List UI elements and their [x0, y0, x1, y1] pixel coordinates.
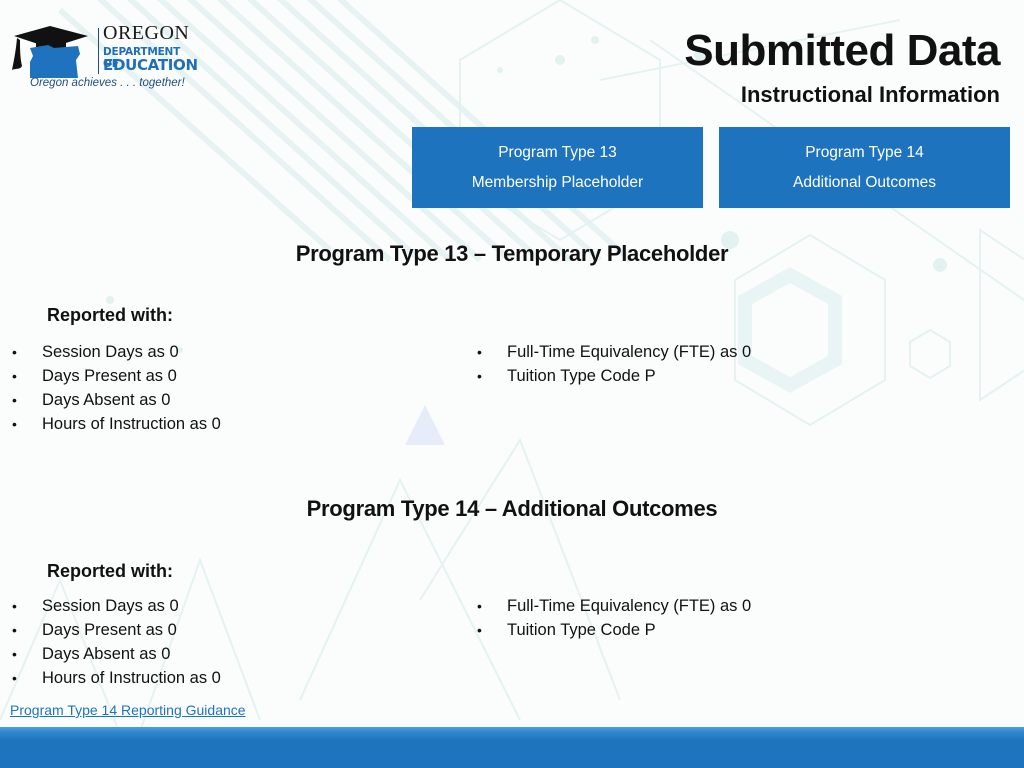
list-item-text: Days Absent as 0: [42, 645, 171, 663]
oregon-graduation-cap-icon: [12, 26, 88, 78]
bullet-icon: •: [477, 598, 482, 614]
list-item: • Hours of Instruction as 0: [10, 412, 221, 436]
logo-education-text: EDUCATION: [103, 56, 198, 74]
list-item-text: Days Present as 0: [42, 621, 177, 639]
list-item: • Days Absent as 0: [10, 388, 221, 412]
bullet-icon: •: [12, 344, 17, 360]
list-item-text: Tuition Type Code P: [507, 367, 656, 385]
list-item-text: Days Present as 0: [42, 367, 177, 385]
program-type-13-button[interactable]: Program Type 13 Membership Placeholder: [412, 127, 703, 208]
program-type-14-button[interactable]: Program Type 14 Additional Outcomes: [719, 127, 1010, 208]
list-item-text: Full-Time Equivalency (FTE) as 0: [507, 343, 752, 361]
bullet-icon: •: [477, 344, 482, 360]
bullet-icon: •: [12, 598, 17, 614]
bullet-icon: •: [12, 368, 17, 384]
program-14-guidance-link[interactable]: Program Type 14 Reporting Guidance: [10, 702, 246, 718]
program-14-left-list: • Session Days as 0 • Days Present as 0 • D…: [10, 594, 221, 690]
list-item-text: Hours of Instruction as 0: [42, 669, 221, 687]
list-item-text: Session Days as 0: [42, 343, 179, 361]
program-13-right-list: • Full-Time Equivalency (FTE) as 0 • Tuiti…: [475, 340, 751, 388]
list-item: • Session Days as 0: [10, 594, 221, 618]
list-item: • Full-Time Equivalency (FTE) as 0: [475, 594, 751, 618]
list-item: • Tuition Type Code P: [475, 364, 751, 388]
program-13-left-list: • Session Days as 0 • Days Present as 0 • D…: [10, 340, 221, 436]
section-heading-program-13: Program Type 13 – Temporary Placeholder: [295, 241, 729, 266]
page-subtitle: Instructional Information: [740, 82, 1000, 107]
reported-with-label: Reported with:: [47, 305, 173, 325]
program-type-13-description: Membership Placeholder: [471, 173, 644, 191]
bullet-icon: •: [477, 622, 482, 638]
oregon-doe-logo: OREGON DEPARTMENT OF EDUCATION Oregon ac…: [8, 22, 198, 97]
program-type-14-label: Program Type 14: [805, 143, 924, 161]
list-item-text: Tuition Type Code P: [507, 621, 656, 639]
reported-with-label: Reported with:: [47, 561, 173, 581]
footer-bar: [0, 727, 1024, 768]
page-title: Submitted Data: [684, 26, 1000, 75]
program-type-13-label: Program Type 13: [498, 143, 617, 161]
bullet-icon: •: [12, 670, 17, 686]
logo-oregon-text: OREGON: [103, 22, 190, 44]
logo-tagline: Oregon achieves . . . together!: [30, 77, 185, 89]
list-item: • Tuition Type Code P: [475, 618, 751, 642]
list-item: • Days Present as 0: [10, 618, 221, 642]
bullet-icon: •: [12, 416, 17, 432]
program-type-14-description: Additional Outcomes: [792, 173, 937, 191]
bullet-icon: •: [477, 368, 482, 384]
program-14-right-list: • Full-Time Equivalency (FTE) as 0 • Tuiti…: [475, 594, 751, 642]
page-header: Submitted Data Instructional Information: [684, 26, 1000, 110]
bullet-icon: •: [12, 392, 17, 408]
list-item-text: Session Days as 0: [42, 597, 179, 615]
logo-divider: [98, 28, 99, 74]
list-item: • Days Absent as 0: [10, 642, 221, 666]
list-item-text: Days Absent as 0: [42, 391, 171, 409]
section-heading-program-14: Program Type 14 – Additional Outcomes: [306, 496, 718, 521]
list-item: • Session Days as 0: [10, 340, 221, 364]
bullet-icon: •: [12, 646, 17, 662]
bullet-icon: •: [12, 622, 17, 638]
list-item-text: Full-Time Equivalency (FTE) as 0: [507, 597, 752, 615]
list-item: • Full-Time Equivalency (FTE) as 0: [475, 340, 751, 364]
list-item: • Hours of Instruction as 0: [10, 666, 221, 690]
list-item-text: Hours of Instruction as 0: [42, 415, 221, 433]
list-item: • Days Present as 0: [10, 364, 221, 388]
